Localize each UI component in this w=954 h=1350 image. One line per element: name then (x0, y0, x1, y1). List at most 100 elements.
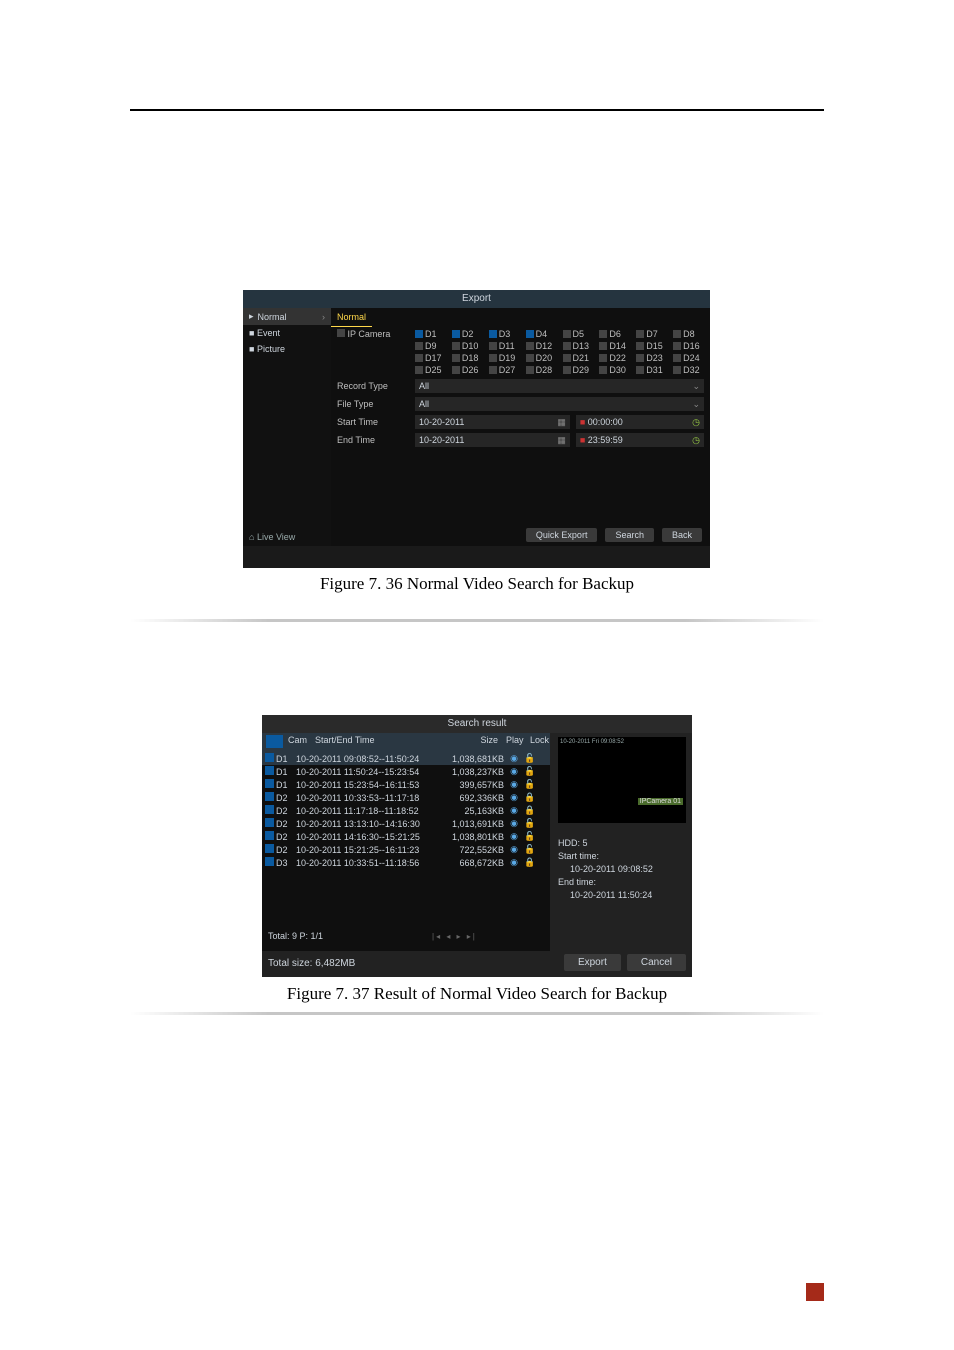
row-checkbox[interactable] (262, 766, 276, 777)
table-row[interactable]: D110-20-2011 11:50:24--15:23:541,038,237… (262, 765, 550, 778)
lock-icon[interactable]: 🔒 (522, 857, 538, 868)
header-check[interactable] (262, 733, 284, 752)
row-checkbox[interactable] (262, 818, 276, 829)
table-row[interactable]: D210-20-2011 10:33:53--11:17:18692,336KB… (262, 791, 550, 804)
play-icon[interactable]: ◉ (506, 818, 522, 829)
start-time-value: 10-20-2011 09:08:52 (558, 864, 686, 874)
camera-d16[interactable]: D16 (673, 341, 704, 351)
play-icon[interactable]: ◉ (506, 831, 522, 842)
record-type-select[interactable]: All⌄ (415, 379, 704, 393)
checkbox-icon (489, 366, 497, 374)
camera-d18[interactable]: D18 (452, 353, 483, 363)
tab-normal[interactable]: Normal (331, 308, 372, 327)
back-button[interactable]: Back (662, 528, 702, 542)
unlock-icon[interactable]: 🔓 (522, 753, 538, 764)
table-row[interactable]: D210-20-2011 11:17:18--11:18:5225,163KB◉… (262, 804, 550, 817)
unlock-icon[interactable]: 🔓 (522, 831, 538, 842)
start-time-date[interactable]: 10-20-2011▦ (415, 415, 570, 429)
camera-d13[interactable]: D13 (563, 341, 594, 351)
camera-d25[interactable]: D25 (415, 365, 446, 375)
play-icon[interactable]: ◉ (506, 844, 522, 855)
camera-d31[interactable]: D31 (636, 365, 667, 375)
camera-d9[interactable]: D9 (415, 341, 446, 351)
table-row[interactable]: D210-20-2011 13:13:10--14:16:301,013,691… (262, 817, 550, 830)
table-row[interactable]: D210-20-2011 14:16:30--15:21:251,038,801… (262, 830, 550, 843)
unlock-icon[interactable]: 🔓 (522, 779, 538, 790)
camera-d27[interactable]: D27 (489, 365, 520, 375)
sidebar-item-picture[interactable]: ■ Picture (243, 341, 331, 357)
end-time-date[interactable]: 10-20-2011▦ (415, 433, 570, 447)
end-time-time[interactable]: ■ 23:59:59◷ (576, 433, 704, 447)
camera-d32[interactable]: D32 (673, 365, 704, 375)
unlock-icon[interactable]: 🔓 (522, 844, 538, 855)
cancel-button[interactable]: Cancel (627, 954, 686, 971)
camera-d3[interactable]: D3 (489, 329, 520, 339)
ip-camera-checkbox[interactable]: IP Camera (337, 329, 409, 339)
camera-d8[interactable]: D8 (673, 329, 704, 339)
row-checkbox[interactable] (262, 805, 276, 816)
camera-d5[interactable]: D5 (563, 329, 594, 339)
camera-d10[interactable]: D10 (452, 341, 483, 351)
play-icon[interactable]: ◉ (506, 805, 522, 816)
table-row[interactable]: D110-20-2011 09:08:52--11:50:241,038,681… (262, 752, 550, 765)
sidebar-item-event[interactable]: ■ Event (243, 325, 331, 341)
camera-d2[interactable]: D2 (452, 329, 483, 339)
quick-export-button[interactable]: Quick Export (526, 528, 598, 542)
table-row[interactable]: D110-20-2011 15:23:54--16:11:53399,657KB… (262, 778, 550, 791)
lock-icon[interactable]: 🔒 (522, 792, 538, 803)
checkbox-icon (599, 366, 607, 374)
export-button[interactable]: Export (564, 954, 621, 971)
row-checkbox[interactable] (262, 753, 276, 764)
window-title: Export (243, 290, 710, 308)
camera-d7[interactable]: D7 (636, 329, 667, 339)
camera-d22[interactable]: D22 (599, 353, 630, 363)
unlock-icon[interactable]: 🔓 (522, 818, 538, 829)
camera-d21[interactable]: D21 (563, 353, 594, 363)
sidebar-item-normal[interactable]: ▸ Normal › (243, 308, 331, 325)
camera-d23[interactable]: D23 (636, 353, 667, 363)
row-checkbox[interactable] (262, 779, 276, 790)
header-lock: Lock (526, 733, 550, 752)
lock-icon[interactable]: 🔒 (522, 805, 538, 816)
camera-d30[interactable]: D30 (599, 365, 630, 375)
camera-d4[interactable]: D4 (526, 329, 557, 339)
camera-d12[interactable]: D12 (526, 341, 557, 351)
play-icon[interactable]: ◉ (506, 779, 522, 790)
size-cell: 1,013,691KB (446, 819, 506, 829)
camera-d1[interactable]: D1 (415, 329, 446, 339)
checkbox-icon (452, 354, 460, 362)
checkbox-icon (452, 342, 460, 350)
search-button[interactable]: Search (605, 528, 654, 542)
header-time: Start/End Time (311, 733, 445, 752)
play-icon[interactable]: ◉ (506, 766, 522, 777)
size-cell: 722,552KB (446, 845, 506, 855)
play-icon[interactable]: ◉ (506, 857, 522, 868)
camera-d6[interactable]: D6 (599, 329, 630, 339)
camera-d24[interactable]: D24 (673, 353, 704, 363)
row-checkbox[interactable] (262, 857, 276, 868)
checkbox-icon (415, 366, 423, 374)
camera-d28[interactable]: D28 (526, 365, 557, 375)
row-checkbox[interactable] (262, 831, 276, 842)
play-icon[interactable]: ◉ (506, 753, 522, 764)
camera-d14[interactable]: D14 (599, 341, 630, 351)
table-row[interactable]: D310-20-2011 10:33:51--11:18:56668,672KB… (262, 856, 550, 869)
camera-d26[interactable]: D26 (452, 365, 483, 375)
camera-d19[interactable]: D19 (489, 353, 520, 363)
camera-d11[interactable]: D11 (489, 341, 520, 351)
row-checkbox[interactable] (262, 792, 276, 803)
file-type-select[interactable]: All⌄ (415, 397, 704, 411)
unlock-icon[interactable]: 🔓 (522, 766, 538, 777)
camera-d29[interactable]: D29 (563, 365, 594, 375)
time-cell: 10-20-2011 10:33:51--11:18:56 (296, 858, 446, 868)
row-checkbox[interactable] (262, 844, 276, 855)
start-time-time[interactable]: ■ 00:00:00◷ (576, 415, 704, 429)
play-icon[interactable]: ◉ (506, 792, 522, 803)
camera-d17[interactable]: D17 (415, 353, 446, 363)
table-row[interactable]: D210-20-2011 15:21:25--16:11:23722,552KB… (262, 843, 550, 856)
camera-d20[interactable]: D20 (526, 353, 557, 363)
checkbox-icon (636, 366, 644, 374)
pager-controls[interactable]: |◂ ◂ ▸ ▸| (432, 932, 477, 941)
live-view-link[interactable]: ⌂ Live View (243, 528, 331, 546)
camera-d15[interactable]: D15 (636, 341, 667, 351)
